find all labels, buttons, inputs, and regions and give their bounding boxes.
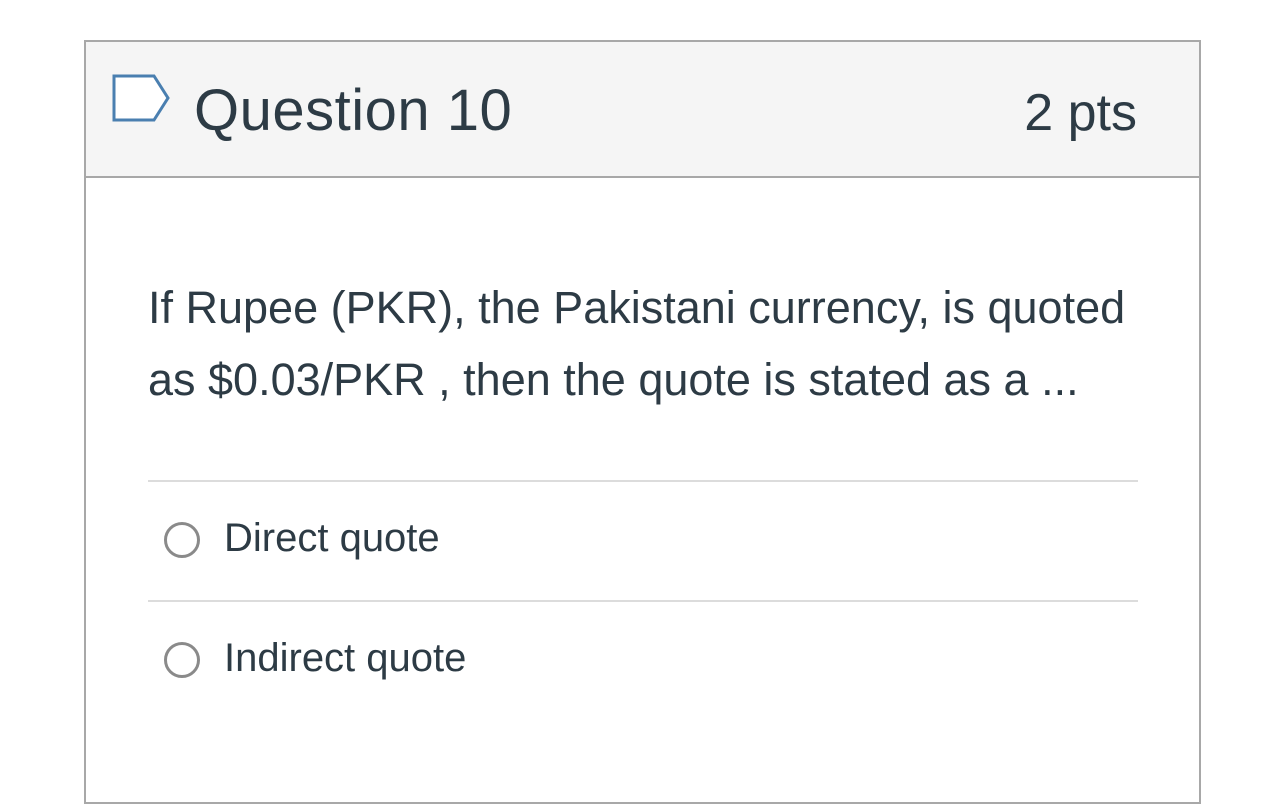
question-text: If Rupee (PKR), the Pakistani currency, … — [148, 282, 1126, 405]
question-header: Question 10 2 pts — [86, 42, 1199, 178]
answer-option[interactable]: Direct quote — [148, 480, 1138, 600]
question-title: Question 10 — [194, 78, 513, 143]
answer-label[interactable]: Direct quote — [224, 512, 440, 564]
answer-option[interactable]: Indirect quote — [148, 600, 1138, 720]
question-card: Question 10 2 pts If Rupee (PKR), the Pa… — [84, 40, 1201, 804]
question-points: 2 pts — [1024, 84, 1137, 142]
answer-label[interactable]: Indirect quote — [224, 632, 466, 684]
radio-button[interactable] — [164, 522, 200, 558]
answer-list: Direct quote Indirect quote — [148, 480, 1138, 720]
bookmark-flag-icon[interactable] — [110, 72, 174, 124]
radio-button[interactable] — [164, 642, 200, 678]
